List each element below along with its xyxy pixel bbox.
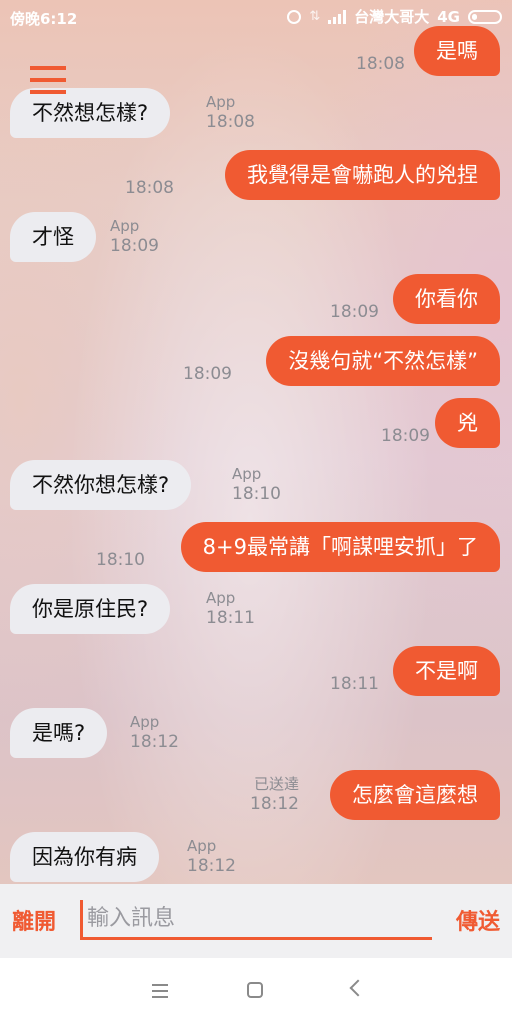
message-input[interactable] (80, 900, 432, 940)
message-incoming: 因為你有病 App 18:12 (0, 832, 512, 882)
message-bubble[interactable]: 兇 (435, 398, 500, 448)
message-outgoing: 18:09 沒幾句就“不然怎樣” (0, 336, 512, 386)
message-bubble[interactable]: 8+9最常講「啊謀哩安抓」了 (180, 522, 500, 572)
message-sender: App (232, 465, 262, 483)
message-time: 18:09 (183, 364, 232, 384)
battery-icon (468, 9, 502, 24)
message-bubble[interactable]: 才怪 (10, 212, 96, 262)
chat-screen: 傍晚6:12 ⇅ 台灣大哥大 4G 18:08 是嗎 不然想怎樣? App 18… (0, 0, 512, 1024)
message-time: 18:09 (330, 302, 379, 322)
message-bubble[interactable]: 沒幾句就“不然怎樣” (266, 336, 500, 386)
message-outgoing: 18:08 是嗎 (0, 26, 512, 76)
message-time: 18:10 (232, 484, 281, 504)
message-outgoing: 18:09 你看你 (0, 274, 512, 324)
signal-icon (328, 9, 347, 24)
message-delivery-status: 已送達 (253, 775, 299, 793)
message-bubble[interactable]: 怎麼會這麼想 (330, 770, 500, 820)
message-sender: App (110, 217, 140, 235)
data-transfer-icon: ⇅ (309, 9, 321, 24)
hamburger-menu-icon[interactable] (30, 66, 66, 96)
network-type: 4G (437, 7, 460, 26)
message-time: 18:08 (125, 178, 174, 198)
message-sender: App (187, 837, 217, 855)
message-time: 18:12 (130, 732, 179, 752)
message-bubble[interactable]: 不然你想怎樣? (10, 460, 192, 510)
message-sender: App (206, 93, 236, 111)
message-time: 18:12 (250, 794, 299, 814)
system-navigation-bar (0, 958, 512, 1024)
message-incoming: 才怪 App 18:09 (0, 212, 512, 262)
leave-button[interactable]: 離開 (12, 904, 56, 936)
message-outgoing: 已送達 18:12 怎麼會這麼想 (0, 770, 512, 820)
message-time: 18:08 (356, 54, 405, 74)
message-incoming: 不然想怎樣? App 18:08 (0, 88, 512, 138)
message-bubble[interactable]: 你是原住民? (10, 584, 171, 634)
status-indicators: ⇅ 台灣大哥大 4G (287, 6, 502, 27)
message-time: 18:10 (96, 550, 145, 570)
message-bubble[interactable]: 是嗎? (10, 708, 108, 758)
message-time: 18:09 (110, 236, 159, 256)
message-time: 18:12 (187, 856, 236, 876)
alarm-icon (287, 9, 302, 24)
message-sender: App (206, 589, 236, 607)
message-time: 18:11 (206, 608, 255, 628)
message-outgoing: 18:10 8+9最常講「啊謀哩安抓」了 (0, 522, 512, 572)
message-outgoing: 18:09 兇 (0, 398, 512, 448)
back-icon[interactable] (349, 979, 367, 997)
send-button[interactable]: 傳送 (456, 904, 500, 936)
message-sender: App (130, 713, 160, 731)
message-input-bar: 離開 傳送 (0, 884, 512, 958)
message-bubble[interactable]: 不是啊 (393, 646, 500, 696)
message-outgoing: 18:08 我覺得是會嚇跑人的兇捏 (0, 150, 512, 200)
message-bubble[interactable]: 因為你有病 (10, 832, 159, 882)
home-icon[interactable] (247, 982, 263, 998)
carrier-name: 台灣大哥大 (354, 8, 430, 26)
message-time: 18:08 (206, 112, 255, 132)
recent-apps-icon[interactable] (150, 980, 172, 1002)
message-incoming: 是嗎? App 18:12 (0, 708, 512, 758)
message-incoming: 不然你想怎樣? App 18:10 (0, 460, 512, 510)
message-time: 18:09 (381, 426, 430, 446)
message-outgoing: 18:11 不是啊 (0, 646, 512, 696)
message-incoming: 你是原住民? App 18:11 (0, 584, 512, 634)
message-bubble[interactable]: 是嗎 (414, 26, 500, 76)
message-time: 18:11 (330, 674, 379, 694)
message-bubble[interactable]: 你看你 (393, 274, 500, 324)
message-bubble[interactable]: 我覺得是會嚇跑人的兇捏 (225, 150, 500, 200)
